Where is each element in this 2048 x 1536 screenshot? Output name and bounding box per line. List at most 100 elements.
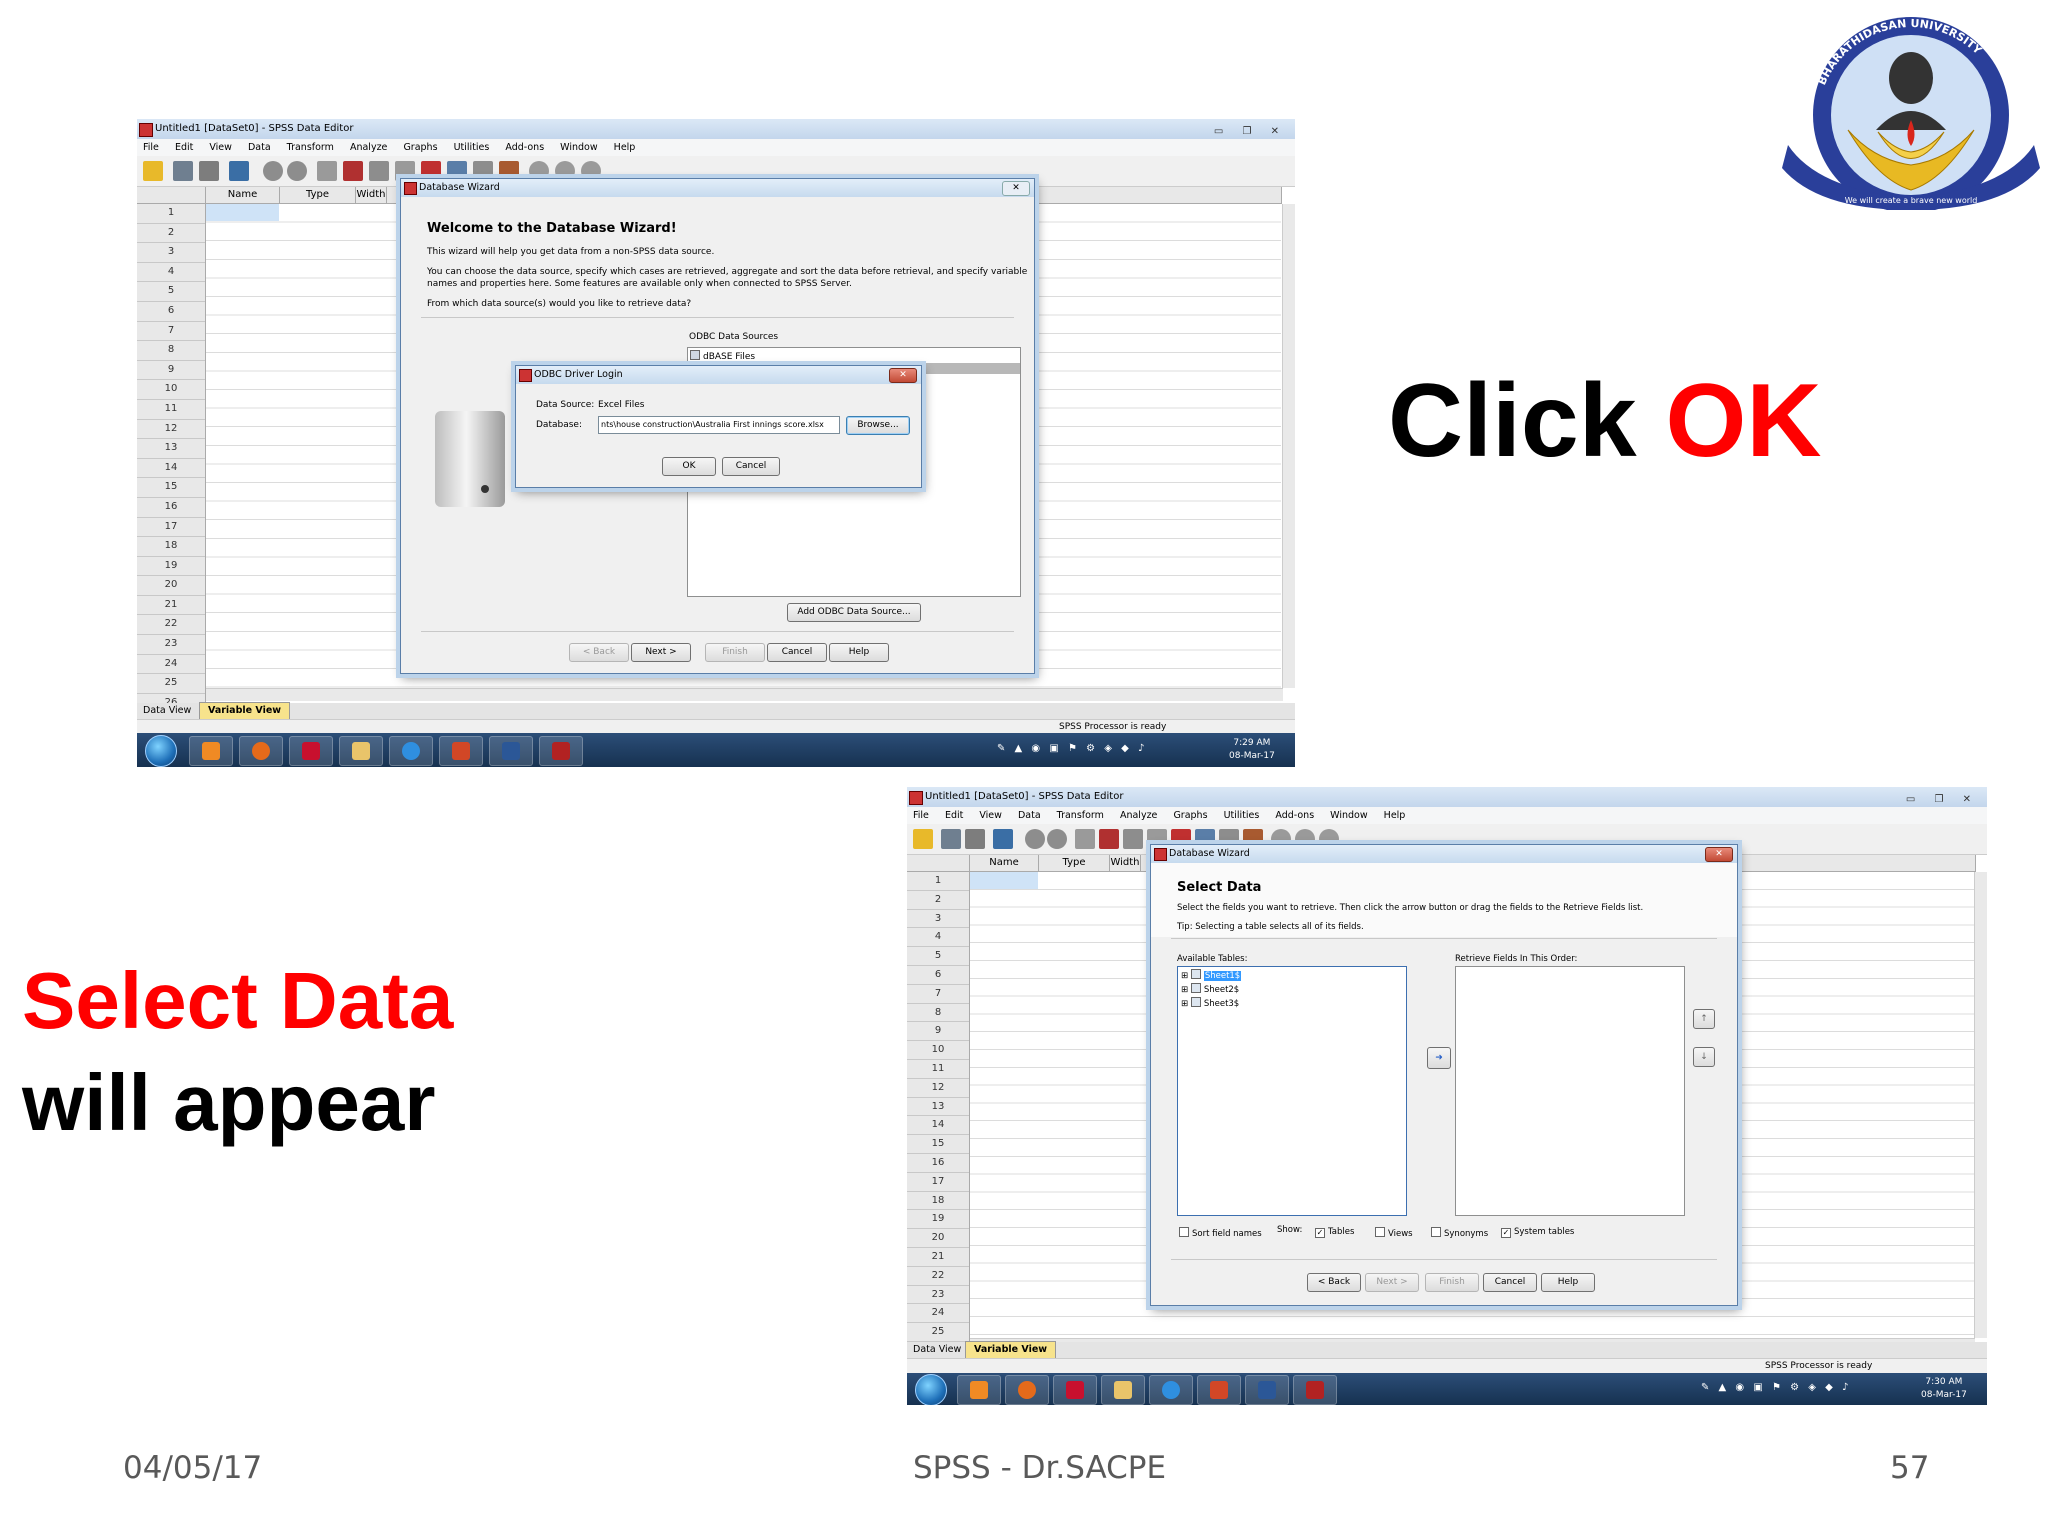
row-number[interactable]: 4 bbox=[907, 928, 969, 948]
menu-help[interactable]: Help bbox=[614, 142, 636, 153]
column-header-type[interactable]: Type bbox=[280, 187, 356, 204]
menu-help[interactable]: Help bbox=[1384, 810, 1406, 821]
menu-edit[interactable]: Edit bbox=[175, 142, 193, 153]
taskbar-word[interactable] bbox=[1245, 1375, 1289, 1405]
wizard-close-button[interactable]: ✕ bbox=[1705, 847, 1733, 862]
column-header-name[interactable]: Name bbox=[206, 187, 280, 204]
tab-data-view[interactable]: Data View bbox=[143, 703, 191, 719]
row-number[interactable]: 8 bbox=[907, 1004, 969, 1023]
save-icon[interactable] bbox=[941, 829, 961, 849]
active-cell[interactable] bbox=[970, 872, 1038, 889]
row-number[interactable]: 13 bbox=[137, 439, 205, 459]
row-number[interactable]: 25 bbox=[907, 1323, 969, 1342]
row-number[interactable]: 20 bbox=[137, 576, 205, 596]
taskbar-clock[interactable]: 7:30 AM 08-Mar-17 bbox=[1921, 1376, 1967, 1402]
retrieve-fields-list[interactable] bbox=[1455, 966, 1685, 1216]
wizard-close-button[interactable]: ✕ bbox=[1002, 181, 1030, 196]
help-button[interactable]: Help bbox=[1541, 1273, 1595, 1292]
taskbar-acrobat[interactable] bbox=[289, 736, 333, 766]
move-up-arrow-icon[interactable]: ↑ bbox=[1693, 1009, 1715, 1029]
back-button[interactable]: < Back bbox=[569, 643, 629, 662]
undo-icon[interactable] bbox=[1025, 829, 1045, 849]
taskbar-firefox[interactable] bbox=[239, 736, 283, 766]
taskbar-ie[interactable] bbox=[1149, 1375, 1193, 1405]
menu-window[interactable]: Window bbox=[560, 142, 597, 153]
row-number[interactable]: 3 bbox=[907, 910, 969, 929]
row-number[interactable]: 22 bbox=[907, 1267, 969, 1286]
find-icon[interactable] bbox=[369, 161, 389, 181]
row-number[interactable]: 16 bbox=[137, 498, 205, 518]
start-button-icon[interactable] bbox=[915, 1374, 947, 1405]
redo-icon[interactable] bbox=[287, 161, 307, 181]
row-number[interactable]: 24 bbox=[137, 655, 205, 675]
goto-case-icon[interactable] bbox=[317, 161, 337, 181]
browse-button[interactable]: Browse... bbox=[846, 416, 910, 435]
menu-file[interactable]: File bbox=[913, 810, 929, 821]
redo-icon[interactable] bbox=[1047, 829, 1067, 849]
print-icon[interactable] bbox=[199, 161, 219, 181]
taskbar-word[interactable] bbox=[489, 736, 533, 766]
show-synonyms-checkbox[interactable]: Synonyms bbox=[1431, 1227, 1488, 1239]
taskbar-ie[interactable] bbox=[389, 736, 433, 766]
find-icon[interactable] bbox=[1123, 829, 1143, 849]
tree-item-sheet2[interactable]: ⊞ Sheet2$ bbox=[1181, 983, 1239, 995]
row-number[interactable]: 15 bbox=[137, 478, 205, 498]
row-number[interactable]: 14 bbox=[907, 1116, 969, 1136]
next-button[interactable]: Next > bbox=[1365, 1273, 1419, 1292]
undo-icon[interactable] bbox=[263, 161, 283, 181]
odbc-close-button[interactable]: ✕ bbox=[889, 368, 917, 383]
finish-button[interactable]: Finish bbox=[1425, 1273, 1479, 1292]
move-down-arrow-icon[interactable]: ↓ bbox=[1693, 1047, 1715, 1067]
menu-view[interactable]: View bbox=[209, 142, 232, 153]
menu-utilities[interactable]: Utilities bbox=[454, 142, 490, 153]
active-cell[interactable] bbox=[206, 204, 279, 221]
row-number[interactable]: 23 bbox=[137, 635, 205, 655]
column-header-name[interactable]: Name bbox=[970, 855, 1039, 872]
menu-file[interactable]: File bbox=[143, 142, 159, 153]
show-views-checkbox[interactable]: Views bbox=[1375, 1227, 1413, 1239]
save-icon[interactable] bbox=[173, 161, 193, 181]
menu-transform[interactable]: Transform bbox=[1057, 810, 1104, 821]
start-button-icon[interactable] bbox=[145, 735, 177, 767]
row-number[interactable]: 10 bbox=[907, 1041, 969, 1060]
row-number[interactable]: 11 bbox=[907, 1060, 969, 1079]
back-button[interactable]: < Back bbox=[1307, 1273, 1361, 1292]
row-number[interactable]: 4 bbox=[137, 263, 205, 283]
row-number[interactable]: 2 bbox=[137, 224, 205, 244]
system-tray-icons[interactable]: ✎ ▲ ◉ ▣ ⚑ ⚙ ◈ ◆ ♪ bbox=[997, 743, 1147, 754]
row-number[interactable]: 21 bbox=[137, 596, 205, 616]
move-right-arrow-icon[interactable]: ➜ bbox=[1427, 1047, 1451, 1069]
row-number[interactable]: 9 bbox=[907, 1022, 969, 1042]
menu-analyze[interactable]: Analyze bbox=[1120, 810, 1157, 821]
next-button[interactable]: Next > bbox=[631, 643, 691, 662]
show-system-tables-checkbox[interactable]: ✓ System tables bbox=[1501, 1227, 1574, 1238]
row-number[interactable]: 21 bbox=[907, 1248, 969, 1267]
row-number[interactable]: 19 bbox=[137, 557, 205, 577]
row-number[interactable]: 5 bbox=[907, 947, 969, 966]
finish-button[interactable]: Finish bbox=[705, 643, 765, 662]
row-number[interactable]: 9 bbox=[137, 361, 205, 381]
column-header-width[interactable]: Width bbox=[1110, 855, 1141, 872]
column-header-type[interactable]: Type bbox=[1039, 855, 1110, 872]
row-number[interactable]: 15 bbox=[907, 1135, 969, 1154]
database-path-input[interactable]: nts\house construction\Australia First i… bbox=[598, 416, 840, 434]
open-folder-icon[interactable] bbox=[143, 161, 163, 181]
show-tables-checkbox[interactable]: ✓ Tables bbox=[1315, 1227, 1354, 1238]
menu-edit[interactable]: Edit bbox=[945, 810, 963, 821]
row-number[interactable]: 13 bbox=[907, 1098, 969, 1117]
taskbar-firefox[interactable] bbox=[1005, 1375, 1049, 1405]
available-tables-tree[interactable]: ⊞ Sheet1$ ⊞ Sheet2$ ⊞ Sheet3$ bbox=[1177, 966, 1407, 1216]
menu-addons[interactable]: Add-ons bbox=[505, 142, 544, 153]
ok-button[interactable]: OK bbox=[662, 457, 716, 476]
row-number[interactable]: 14 bbox=[137, 459, 205, 479]
taskbar-powerpoint[interactable] bbox=[439, 736, 483, 766]
cancel-button[interactable]: Cancel bbox=[767, 643, 827, 662]
cancel-button[interactable]: Cancel bbox=[1483, 1273, 1537, 1292]
menu-graphs[interactable]: Graphs bbox=[403, 142, 437, 153]
row-number[interactable]: 8 bbox=[137, 341, 205, 361]
row-number[interactable]: 3 bbox=[137, 243, 205, 263]
row-number[interactable]: 23 bbox=[907, 1286, 969, 1305]
menu-utilities[interactable]: Utilities bbox=[1224, 810, 1260, 821]
menu-graphs[interactable]: Graphs bbox=[1173, 810, 1207, 821]
goto-variable-icon[interactable] bbox=[1099, 829, 1119, 849]
